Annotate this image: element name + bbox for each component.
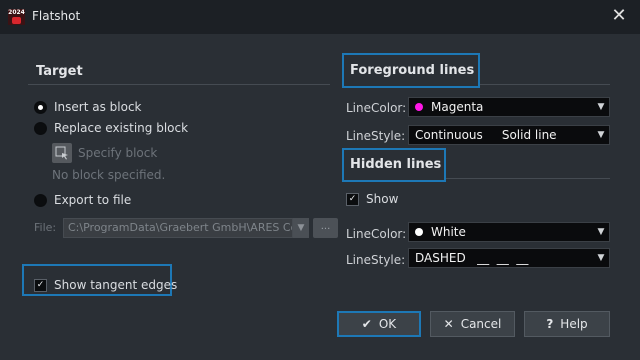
hidden-line-style-value: DASHED __ __ __: [415, 251, 529, 265]
fg-line-color-label: LineColor:: [346, 101, 407, 115]
chevron-down-icon[interactable]: ▼: [593, 249, 609, 267]
target-divider: [28, 84, 330, 85]
foreground-divider: [480, 84, 610, 85]
target-section-title: Target: [36, 64, 83, 79]
title-bar[interactable]: 2024 Flatshot ✕: [0, 0, 640, 34]
ok-label: OK: [378, 317, 397, 331]
help-icon: ?: [546, 317, 554, 331]
fg-line-style-label: LineStyle:: [346, 129, 406, 143]
magenta-swatch-icon: [415, 102, 423, 111]
ok-button[interactable]: ✔ OK: [337, 311, 421, 337]
checkmark-icon[interactable]: ✓: [346, 192, 359, 206]
hidden-line-color-select[interactable]: White ▼: [408, 222, 610, 242]
window-title: Flatshot: [32, 9, 81, 23]
cancel-button[interactable]: ✕ Cancel: [430, 311, 515, 337]
help-button[interactable]: ? Help: [524, 311, 610, 337]
hidden-section-title: Hidden lines: [350, 157, 442, 172]
specify-block-label: Specify block: [78, 146, 158, 160]
radio-dot-icon[interactable]: [34, 121, 47, 135]
app-logo-icon: 2024: [8, 9, 25, 25]
cancel-label: Cancel: [460, 317, 502, 331]
check-icon: ✔: [361, 317, 372, 331]
close-icon: ✕: [443, 317, 454, 331]
show-tangent-edges-checkbox[interactable]: ✓ Show tangent edges: [34, 276, 177, 294]
chevron-down-icon[interactable]: ▼: [593, 98, 609, 116]
radio-dot-icon[interactable]: [34, 193, 47, 207]
help-label: Help: [560, 317, 588, 331]
close-icon[interactable]: ✕: [608, 4, 630, 28]
fg-line-color-select[interactable]: Magenta ▼: [408, 97, 610, 117]
no-block-specified-text: No block specified.: [52, 168, 166, 182]
hidden-line-style-select[interactable]: DASHED __ __ __ ▼: [408, 248, 610, 268]
hidden-line-color-label: LineColor:: [346, 227, 407, 241]
hidden-line-color-value: White: [431, 225, 466, 239]
foreground-section-title: Foreground lines: [350, 63, 475, 78]
chevron-down-icon[interactable]: ▼: [593, 223, 609, 241]
fg-line-color-value: Magenta: [431, 100, 484, 114]
hidden-divider: [446, 178, 610, 179]
show-tangent-edges-label: Show tangent edges: [54, 278, 178, 292]
fg-line-style-value: Continuous Solid line: [415, 128, 557, 142]
file-dropdown-arrow-icon[interactable]: ▼: [293, 218, 309, 238]
file-label: File:: [34, 221, 57, 234]
select-block-icon: [55, 146, 68, 160]
chevron-down-icon[interactable]: ▼: [593, 126, 609, 144]
export-to-file-label: Export to file: [54, 193, 132, 207]
checkmark-icon[interactable]: ✓: [34, 278, 47, 292]
radio-insert-as-block[interactable]: Insert as block: [34, 98, 142, 116]
hidden-show-checkbox[interactable]: ✓ Show: [346, 190, 398, 208]
radio-dot-icon[interactable]: [34, 100, 47, 114]
file-path-input[interactable]: C:\ProgramData\Graebert GmbH\ARES Cor: [63, 218, 293, 238]
insert-as-block-label: Insert as block: [54, 100, 142, 114]
hidden-line-style-label: LineStyle:: [346, 253, 406, 267]
app-icon-year: 2024: [8, 9, 25, 16]
specify-block-button[interactable]: [52, 143, 72, 163]
radio-export-to-file[interactable]: Export to file: [34, 191, 131, 209]
white-swatch-icon: [415, 227, 423, 236]
radio-replace-existing-block[interactable]: Replace existing block: [34, 119, 188, 137]
hidden-show-label: Show: [366, 192, 399, 206]
replace-existing-block-label: Replace existing block: [54, 121, 189, 135]
browse-button[interactable]: ...: [313, 218, 338, 238]
fg-line-style-select[interactable]: Continuous Solid line ▼: [408, 125, 610, 145]
flatshot-dialog: 2024 Flatshot ✕ Target Insert as block R…: [0, 0, 640, 360]
